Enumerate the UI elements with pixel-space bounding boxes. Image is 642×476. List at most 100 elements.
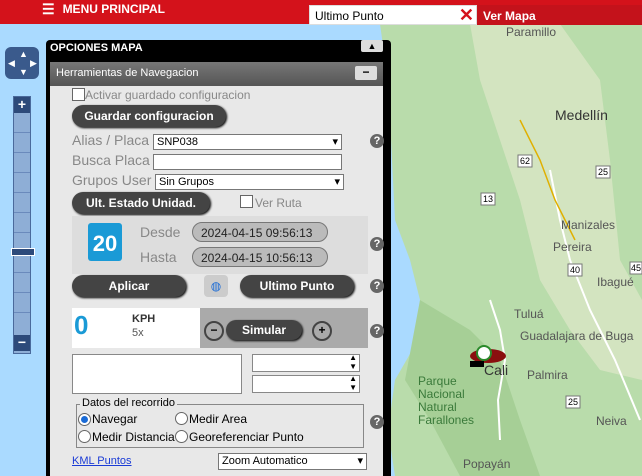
map-label-popayan: Popayán bbox=[463, 457, 510, 471]
map-label-tulua: Tuluá bbox=[514, 307, 544, 321]
ultimo-punto-text: Ultimo Punto bbox=[315, 9, 384, 23]
hasta-label: Hasta bbox=[140, 249, 177, 265]
route-shield-2: 25 bbox=[598, 167, 608, 177]
zoom-tick bbox=[14, 312, 30, 313]
panel-title: OPCIONES MAPA bbox=[50, 42, 143, 54]
zoom-out-button[interactable]: − bbox=[14, 335, 30, 351]
zoom-handle[interactable] bbox=[11, 248, 35, 256]
save-config-label: Activar guardado configuracion bbox=[85, 88, 251, 102]
plus-icon[interactable]: + bbox=[312, 321, 332, 341]
ver-ruta-label: Ver Ruta bbox=[255, 196, 302, 210]
route-shield-1: 62 bbox=[520, 156, 530, 166]
ver-mapa-label: Ver Mapa bbox=[483, 9, 536, 23]
grupos-user-label: Grupos User bbox=[72, 172, 152, 188]
medir-area-label: Medir Area bbox=[189, 412, 248, 426]
minus-icon[interactable]: − bbox=[204, 321, 224, 341]
map-label-palmira: Palmira bbox=[527, 368, 568, 382]
medir-area-radio[interactable] bbox=[175, 412, 188, 425]
zoom-tick bbox=[14, 292, 30, 293]
ultimo-punto-field[interactable]: Ultimo Punto ✕ bbox=[309, 5, 477, 25]
map-label-parque-2: Nacional bbox=[418, 387, 465, 401]
help-icon[interactable]: ? bbox=[370, 237, 384, 251]
hamburger-icon: ☰ bbox=[42, 1, 55, 17]
zoom-slider[interactable]: + − bbox=[11, 96, 35, 354]
map-label-guadalajara: Guadalajara de Buga bbox=[520, 329, 634, 343]
recorrido-legend: Datos del recorrido bbox=[80, 397, 177, 409]
zoom-in-button[interactable]: + bbox=[14, 97, 30, 113]
map-label-neiva: Neiva bbox=[596, 414, 627, 428]
map-label-paramillo: Paramillo bbox=[506, 25, 556, 39]
save-config-checkbox[interactable] bbox=[72, 88, 85, 101]
route-shield-4: 40 bbox=[570, 265, 580, 275]
hasta-input[interactable]: 2024-04-15 10:56:13 bbox=[192, 247, 328, 267]
speed-unit: KPH bbox=[132, 313, 156, 325]
zoom-tick bbox=[14, 152, 30, 153]
map-label-parque: Parque bbox=[418, 374, 457, 388]
medir-distancia-radio[interactable] bbox=[78, 430, 91, 443]
map-label-parque-4: Farallones bbox=[418, 413, 474, 427]
georef-label: Georeferenciar Punto bbox=[189, 430, 304, 444]
zoom-tick bbox=[14, 132, 30, 133]
route-shield-3: 13 bbox=[483, 194, 493, 204]
section-minimize-button[interactable]: − bbox=[355, 66, 377, 80]
map-label-ibague: Ibagué bbox=[597, 275, 634, 289]
panel-body: Activar guardado configuracion Guardar c… bbox=[50, 86, 384, 476]
route-shield-5: 45 bbox=[631, 263, 641, 273]
help-icon[interactable]: ? bbox=[370, 279, 384, 293]
busca-placa-label: Busca Placa bbox=[72, 152, 150, 168]
section-title: Herramientas de Navegacion bbox=[56, 67, 199, 79]
top-menu-bar: ☰ MENU PRINCIPAL Ultimo Punto ✕ Ver Mapa bbox=[0, 0, 642, 25]
pan-control[interactable]: ▲ ▼ ◀ ▶ bbox=[5, 47, 39, 79]
zoom-tick bbox=[14, 232, 30, 233]
close-icon[interactable]: ✕ bbox=[459, 5, 474, 26]
speed-value: 0 bbox=[74, 310, 89, 340]
help-icon[interactable]: ? bbox=[370, 134, 384, 148]
pan-right-icon[interactable]: ▶ bbox=[30, 58, 37, 69]
alias-select[interactable]: SNP038 bbox=[153, 134, 342, 150]
georef-radio[interactable] bbox=[175, 430, 188, 443]
route-shield-6: 25 bbox=[568, 397, 578, 407]
info-textarea[interactable] bbox=[72, 354, 242, 394]
aplicar-button[interactable]: Aplicar bbox=[72, 275, 186, 297]
ultimo-punto-button[interactable]: Ultimo Punto bbox=[240, 275, 354, 297]
speed-multiplier: 5x bbox=[132, 327, 144, 339]
map-label-medellin: Medellín bbox=[555, 107, 608, 123]
desde-label: Desde bbox=[140, 224, 181, 240]
number-stepper-1[interactable]: ▲ ▼ bbox=[252, 353, 360, 372]
medir-distancia-label: Medir Distancia bbox=[92, 430, 175, 444]
menu-principal-label: MENU PRINCIPAL bbox=[62, 2, 166, 16]
map-label-manizales: Manizales bbox=[561, 218, 615, 232]
zoom-tick bbox=[14, 172, 30, 173]
calendar-icon: 20 bbox=[88, 223, 122, 261]
navegar-radio[interactable] bbox=[78, 413, 91, 426]
zoom-tick bbox=[14, 272, 30, 273]
alias-label: Alias / Placa bbox=[72, 132, 150, 148]
map-label-parque-3: Natural bbox=[418, 400, 457, 414]
guardar-configuracion-button[interactable]: Guardar configuracion bbox=[72, 105, 226, 127]
section-header: Herramientas de Navegacion − bbox=[50, 62, 383, 86]
opciones-mapa-panel: OPCIONES MAPA ▲ Herramientas de Navegaci… bbox=[46, 40, 391, 476]
help-icon[interactable]: ? bbox=[370, 415, 384, 429]
navegar-label: Navegar bbox=[92, 412, 138, 426]
busca-placa-input[interactable] bbox=[153, 154, 342, 170]
zoom-automatico-select[interactable]: Zoom Automatico bbox=[218, 453, 367, 470]
map-label-pereira: Pereira bbox=[553, 240, 592, 254]
grupos-user-select[interactable]: Sin Grupos bbox=[155, 174, 344, 190]
kml-puntos-link[interactable]: KML Puntos bbox=[72, 455, 132, 467]
menu-principal-button[interactable]: ☰ MENU PRINCIPAL bbox=[42, 2, 165, 16]
ult-estado-unidad-button[interactable]: Ult. Estado Unidad. bbox=[72, 192, 210, 214]
help-icon[interactable]: ? bbox=[370, 324, 384, 338]
pan-up-icon[interactable]: ▲ bbox=[19, 49, 28, 59]
zoom-tick bbox=[14, 192, 30, 193]
panel-collapse-button[interactable]: ▲ bbox=[361, 40, 383, 52]
pan-left-icon[interactable]: ◀ bbox=[8, 58, 15, 69]
ver-ruta-checkbox[interactable] bbox=[240, 195, 253, 208]
pan-down-icon[interactable]: ▼ bbox=[19, 67, 28, 77]
desde-input[interactable]: 2024-04-15 09:56:13 bbox=[192, 222, 328, 242]
simular-button[interactable]: Simular bbox=[226, 320, 302, 340]
zoom-tick bbox=[14, 212, 30, 213]
number-stepper-2[interactable]: ▲ ▼ bbox=[252, 374, 360, 393]
ver-mapa-button[interactable]: Ver Mapa bbox=[477, 5, 642, 25]
map-label-cali: Cali bbox=[484, 362, 508, 378]
globe-icon[interactable]: ◍ bbox=[204, 275, 228, 297]
